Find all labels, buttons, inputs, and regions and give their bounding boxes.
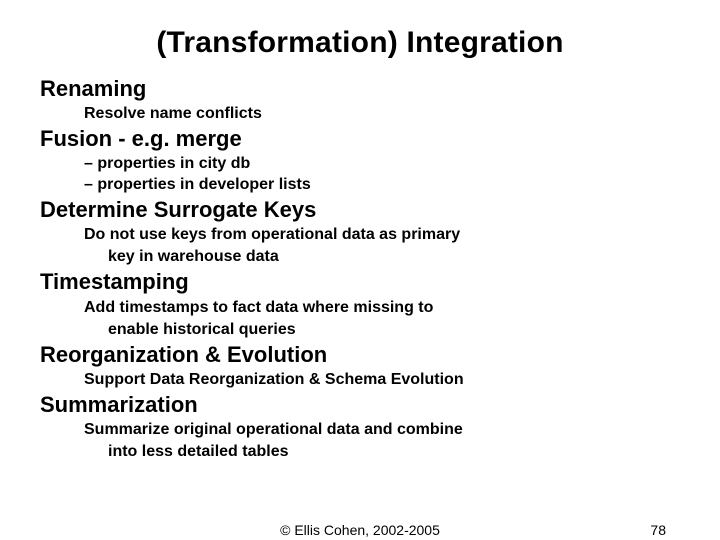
section-line: Summarize original operational data and … [84, 420, 680, 440]
section-heading: Determine Surrogate Keys [40, 197, 680, 223]
section-bullet: – properties in city db [84, 154, 680, 174]
section-heading: Renaming [40, 76, 680, 102]
section-bullet: – properties in developer lists [84, 175, 680, 195]
section-line: Do not use keys from operational data as… [84, 225, 680, 245]
section-line-cont: enable historical queries [84, 320, 680, 340]
copyright-text: © Ellis Cohen, 2002-2005 [0, 522, 720, 538]
section-heading: Fusion - e.g. merge [40, 126, 680, 152]
section-heading: Reorganization & Evolution [40, 342, 680, 368]
slide: (Transformation) Integration Renaming Re… [0, 0, 720, 540]
section-line: Add timestamps to fact data where missin… [84, 298, 680, 318]
slide-title: (Transformation) Integration [40, 26, 680, 60]
section-line: Support Data Reorganization & Schema Evo… [84, 370, 680, 390]
section-heading: Timestamping [40, 269, 680, 295]
section-line-cont: key in warehouse data [84, 247, 680, 267]
section-line-cont: into less detailed tables [84, 442, 680, 462]
section-line: Resolve name conflicts [84, 104, 680, 124]
page-number: 78 [650, 522, 666, 538]
section-heading: Summarization [40, 392, 680, 418]
